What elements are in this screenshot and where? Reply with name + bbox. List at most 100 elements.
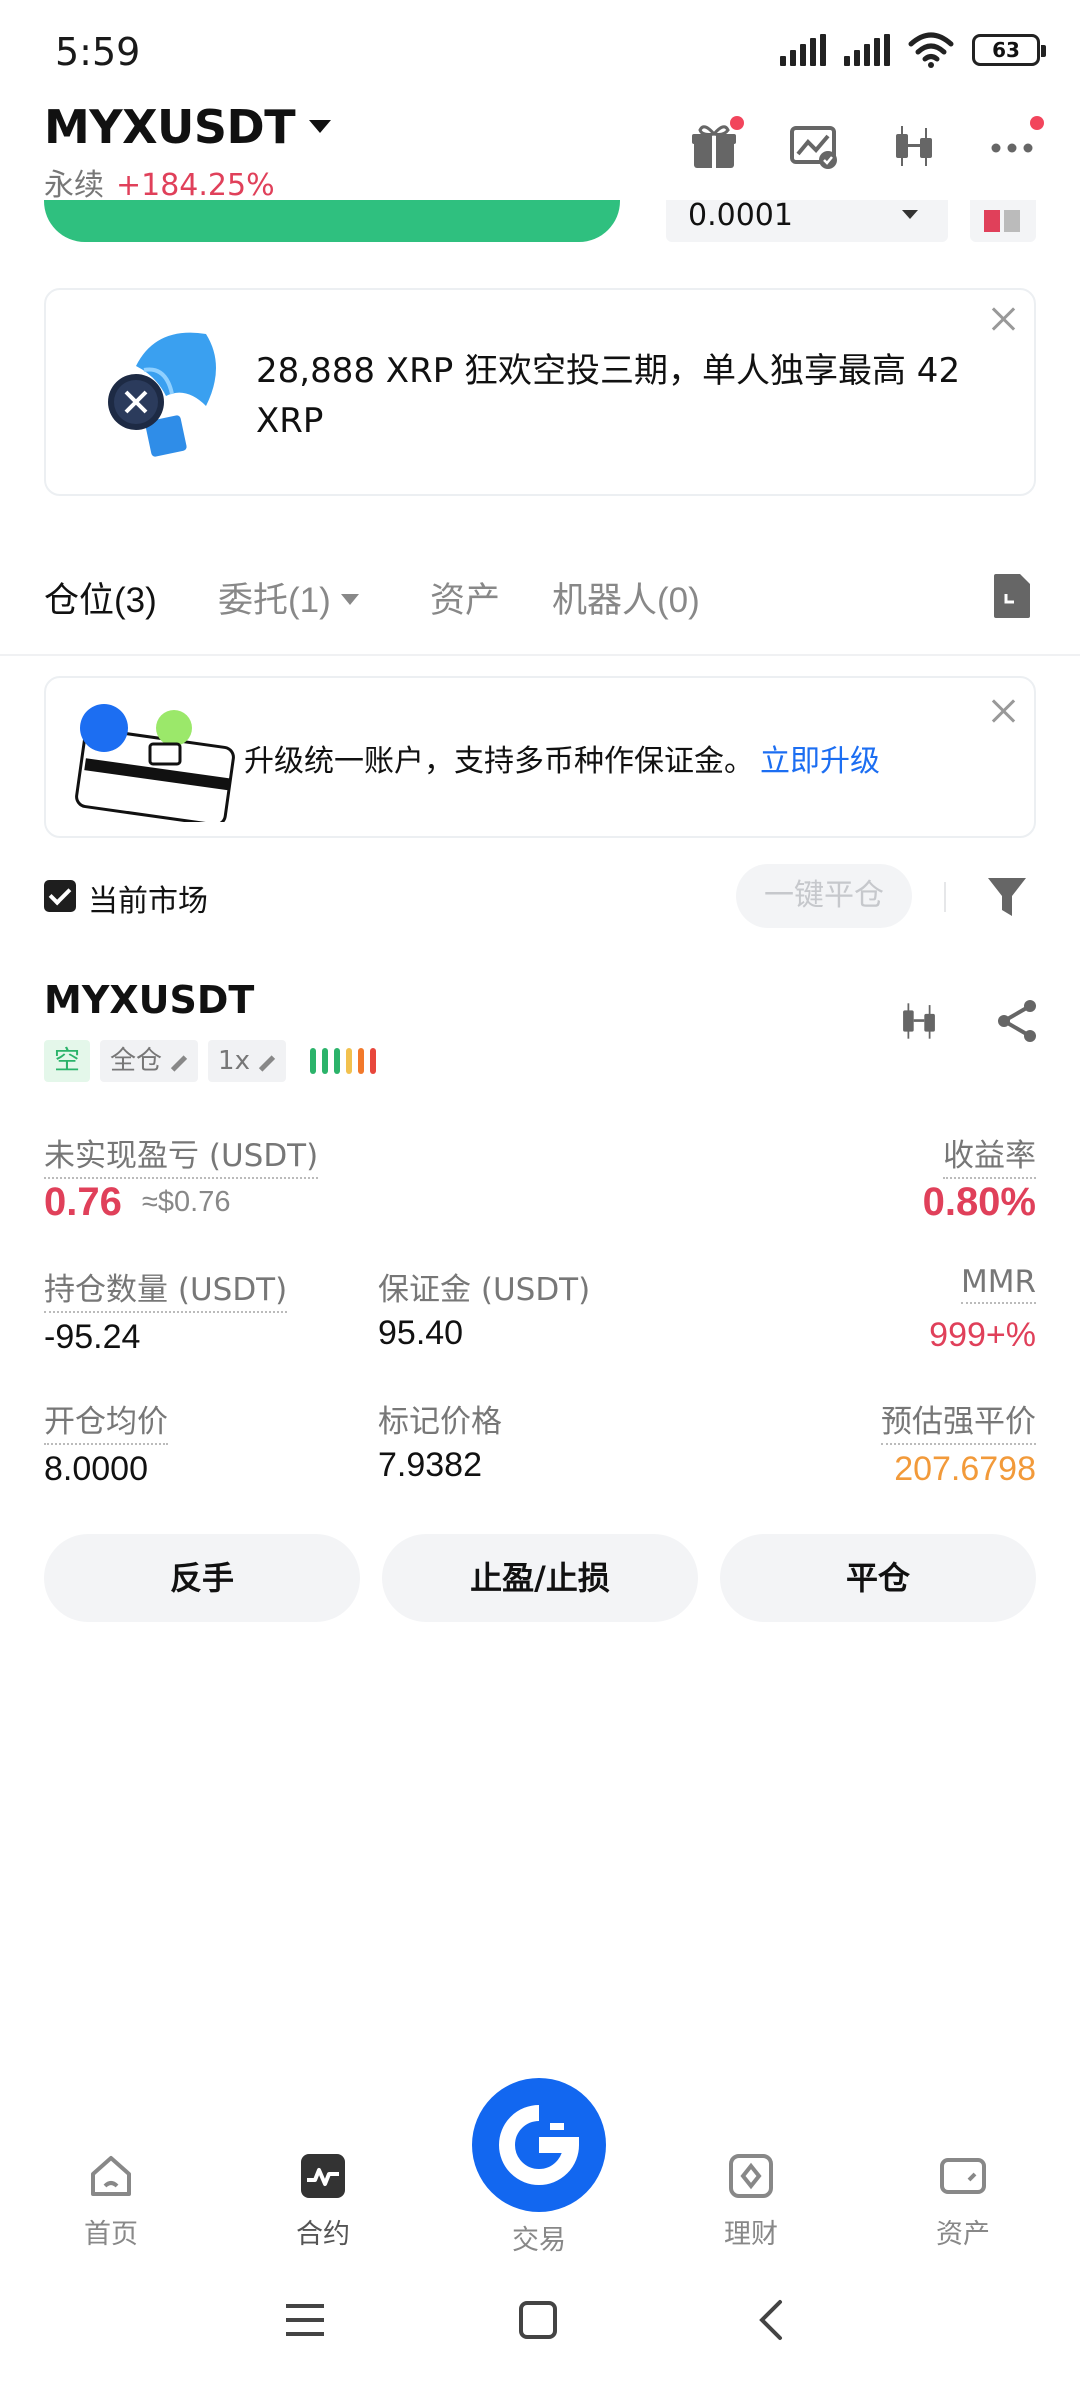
position-symbol[interactable]: MYXUSDT xyxy=(44,978,254,1022)
trade-logo-icon xyxy=(499,2105,580,2185)
divider xyxy=(944,882,946,912)
close-all-button[interactable]: 一键平仓 xyxy=(736,864,912,928)
mark-price-value: 7.9382 xyxy=(378,1446,482,1484)
status-time: 5:59 xyxy=(55,30,141,74)
menu-icon[interactable] xyxy=(284,2300,326,2340)
signal-icon xyxy=(780,34,826,66)
trade-panel-remnant: 0.0001 xyxy=(0,200,1080,250)
size-value: -95.24 xyxy=(44,1318,141,1356)
current-market-checkbox[interactable] xyxy=(44,880,76,912)
promo-banner[interactable]: 28,888 XRP 狂欢空投三期，单人独享最高 42 XRP xyxy=(44,288,1036,496)
more-icon[interactable] xyxy=(988,116,1044,172)
close-position-button[interactable]: 平仓 xyxy=(720,1534,1036,1622)
tab-orders[interactable]: 委托(1) xyxy=(218,572,359,623)
battery-level: 63 xyxy=(992,38,1020,62)
adl-indicator-icon xyxy=(309,1048,376,1074)
price-precision-value: 0.0001 xyxy=(688,200,793,233)
leverage-label: 1x xyxy=(218,1046,250,1076)
home-icon xyxy=(91,2156,131,2196)
bottom-navigation: 首页 合约 交易 理财 资产 xyxy=(0,2060,1080,2260)
chart-settings-icon[interactable] xyxy=(788,120,840,172)
close-icon[interactable] xyxy=(990,698,1016,724)
close-icon[interactable] xyxy=(990,306,1016,332)
nav-assets[interactable]: 资产 xyxy=(888,2152,1038,2251)
notification-dot xyxy=(1030,116,1044,130)
airdrop-parachute-icon xyxy=(108,332,216,457)
upgrade-account-banner[interactable]: 升级统一账户，支持多币种作保证金。 立即升级 xyxy=(44,676,1036,838)
side-badge: 空 xyxy=(44,1040,91,1082)
nav-label: 理财 xyxy=(724,2219,778,2250)
wallet-icon xyxy=(940,2158,986,2194)
price-precision-select[interactable]: 0.0001 xyxy=(666,200,948,242)
tab-bots[interactable]: 机器人(0) xyxy=(552,572,700,623)
roe-label[interactable]: 收益率 xyxy=(943,1130,1036,1179)
mark-price-label: 标记价格 xyxy=(378,1404,502,1440)
open-long-button[interactable] xyxy=(44,200,620,242)
position-tabs: 仓位(3) 委托(1) 资产 机器人(0) xyxy=(0,560,1080,656)
signal-icon xyxy=(844,34,890,66)
filter-icon[interactable] xyxy=(986,874,1028,920)
margin-label: 保证金 (USDT) xyxy=(378,1272,591,1308)
tab-count: (1) xyxy=(288,581,331,620)
upgrade-message: 升级统一账户，支持多币种作保证金。 立即升级 xyxy=(244,736,880,780)
tab-assets[interactable]: 资产 xyxy=(430,572,500,623)
wifi-icon xyxy=(908,32,954,68)
nav-label: 资产 xyxy=(936,2219,990,2250)
tp-sl-button[interactable]: 止盈/止损 xyxy=(382,1534,698,1622)
leverage-badge[interactable]: 1x xyxy=(208,1040,286,1082)
notification-dot xyxy=(730,116,744,130)
liquidation-price-value: 207.6798 xyxy=(894,1450,1036,1488)
history-document-icon[interactable] xyxy=(992,572,1032,620)
upgrade-now-link[interactable]: 立即升级 xyxy=(760,744,880,779)
margin-mode-badge[interactable]: 全仓 xyxy=(100,1040,199,1082)
futures-chart-icon xyxy=(301,2154,345,2198)
unrealized-pnl-usd: ≈$0.76 xyxy=(142,1186,231,1218)
status-icons: 63 xyxy=(780,32,1046,68)
header: MYXUSDT 永续 +184.25% xyxy=(0,100,1080,203)
position-actions xyxy=(896,998,1040,1044)
symbol-selector[interactable]: MYXUSDT xyxy=(44,100,332,154)
edit-icon xyxy=(170,1054,188,1072)
upgrade-text: 升级统一账户，支持多币种作保证金。 xyxy=(244,744,754,779)
unrealized-pnl-label[interactable]: 未实现盈亏 (USDT) xyxy=(44,1130,319,1179)
reverse-position-button[interactable]: 反手 xyxy=(44,1534,360,1622)
current-market-label[interactable]: 当前市场 xyxy=(88,876,208,920)
nav-home[interactable]: 首页 xyxy=(36,2152,186,2251)
unrealized-pnl-value: 0.76 xyxy=(44,1180,122,1224)
earn-icon xyxy=(729,2154,773,2198)
position-badges: 空 全仓 1x xyxy=(44,1040,376,1082)
promo-text: 28,888 XRP 狂欢空投三期，单人独享最高 42 XRP xyxy=(256,351,961,441)
orderbook-layout-icon[interactable] xyxy=(970,200,1036,242)
symbol-title: MYXUSDT xyxy=(44,100,296,154)
nav-label: 首页 xyxy=(84,2219,138,2250)
back-icon[interactable] xyxy=(756,2298,786,2342)
filter-row: 当前市场 一键平仓 xyxy=(0,862,1080,930)
change-percent: +184.25% xyxy=(116,168,275,203)
entry-price-label[interactable]: 开仓均价 xyxy=(44,1396,168,1445)
gift-icon[interactable] xyxy=(688,116,744,172)
entry-price-value: 8.0000 xyxy=(44,1450,148,1488)
nav-futures[interactable]: 合约 xyxy=(248,2152,398,2251)
contract-type: 永续 xyxy=(44,168,104,203)
nav-earn[interactable]: 理财 xyxy=(676,2152,826,2251)
edit-icon xyxy=(258,1054,276,1072)
mmr-value: 999+% xyxy=(929,1316,1036,1354)
contract-info: 永续 +184.25% xyxy=(44,160,275,204)
candlestick-icon[interactable] xyxy=(888,120,940,172)
roe-value: 0.80% xyxy=(922,1180,1036,1224)
tab-count: (3) xyxy=(114,581,157,620)
share-icon[interactable] xyxy=(994,998,1040,1044)
battery-icon: 63 xyxy=(972,34,1046,66)
caret-down-icon xyxy=(340,593,359,605)
tab-positions[interactable]: 仓位(3) xyxy=(44,572,157,623)
size-label[interactable]: 持仓数量 (USDT) xyxy=(44,1264,288,1313)
nav-label: 合约 xyxy=(296,2219,350,2250)
candlestick-icon[interactable] xyxy=(896,998,942,1044)
wallet-card-icon xyxy=(75,704,235,822)
margin-value: 95.40 xyxy=(378,1314,464,1352)
home-square-icon[interactable] xyxy=(518,2300,558,2340)
liquidation-price-label[interactable]: 预估强平价 xyxy=(881,1396,1036,1445)
system-navigation xyxy=(0,2280,1080,2400)
trade-button[interactable] xyxy=(472,2078,606,2212)
mmr-label[interactable]: MMR xyxy=(960,1264,1036,1304)
